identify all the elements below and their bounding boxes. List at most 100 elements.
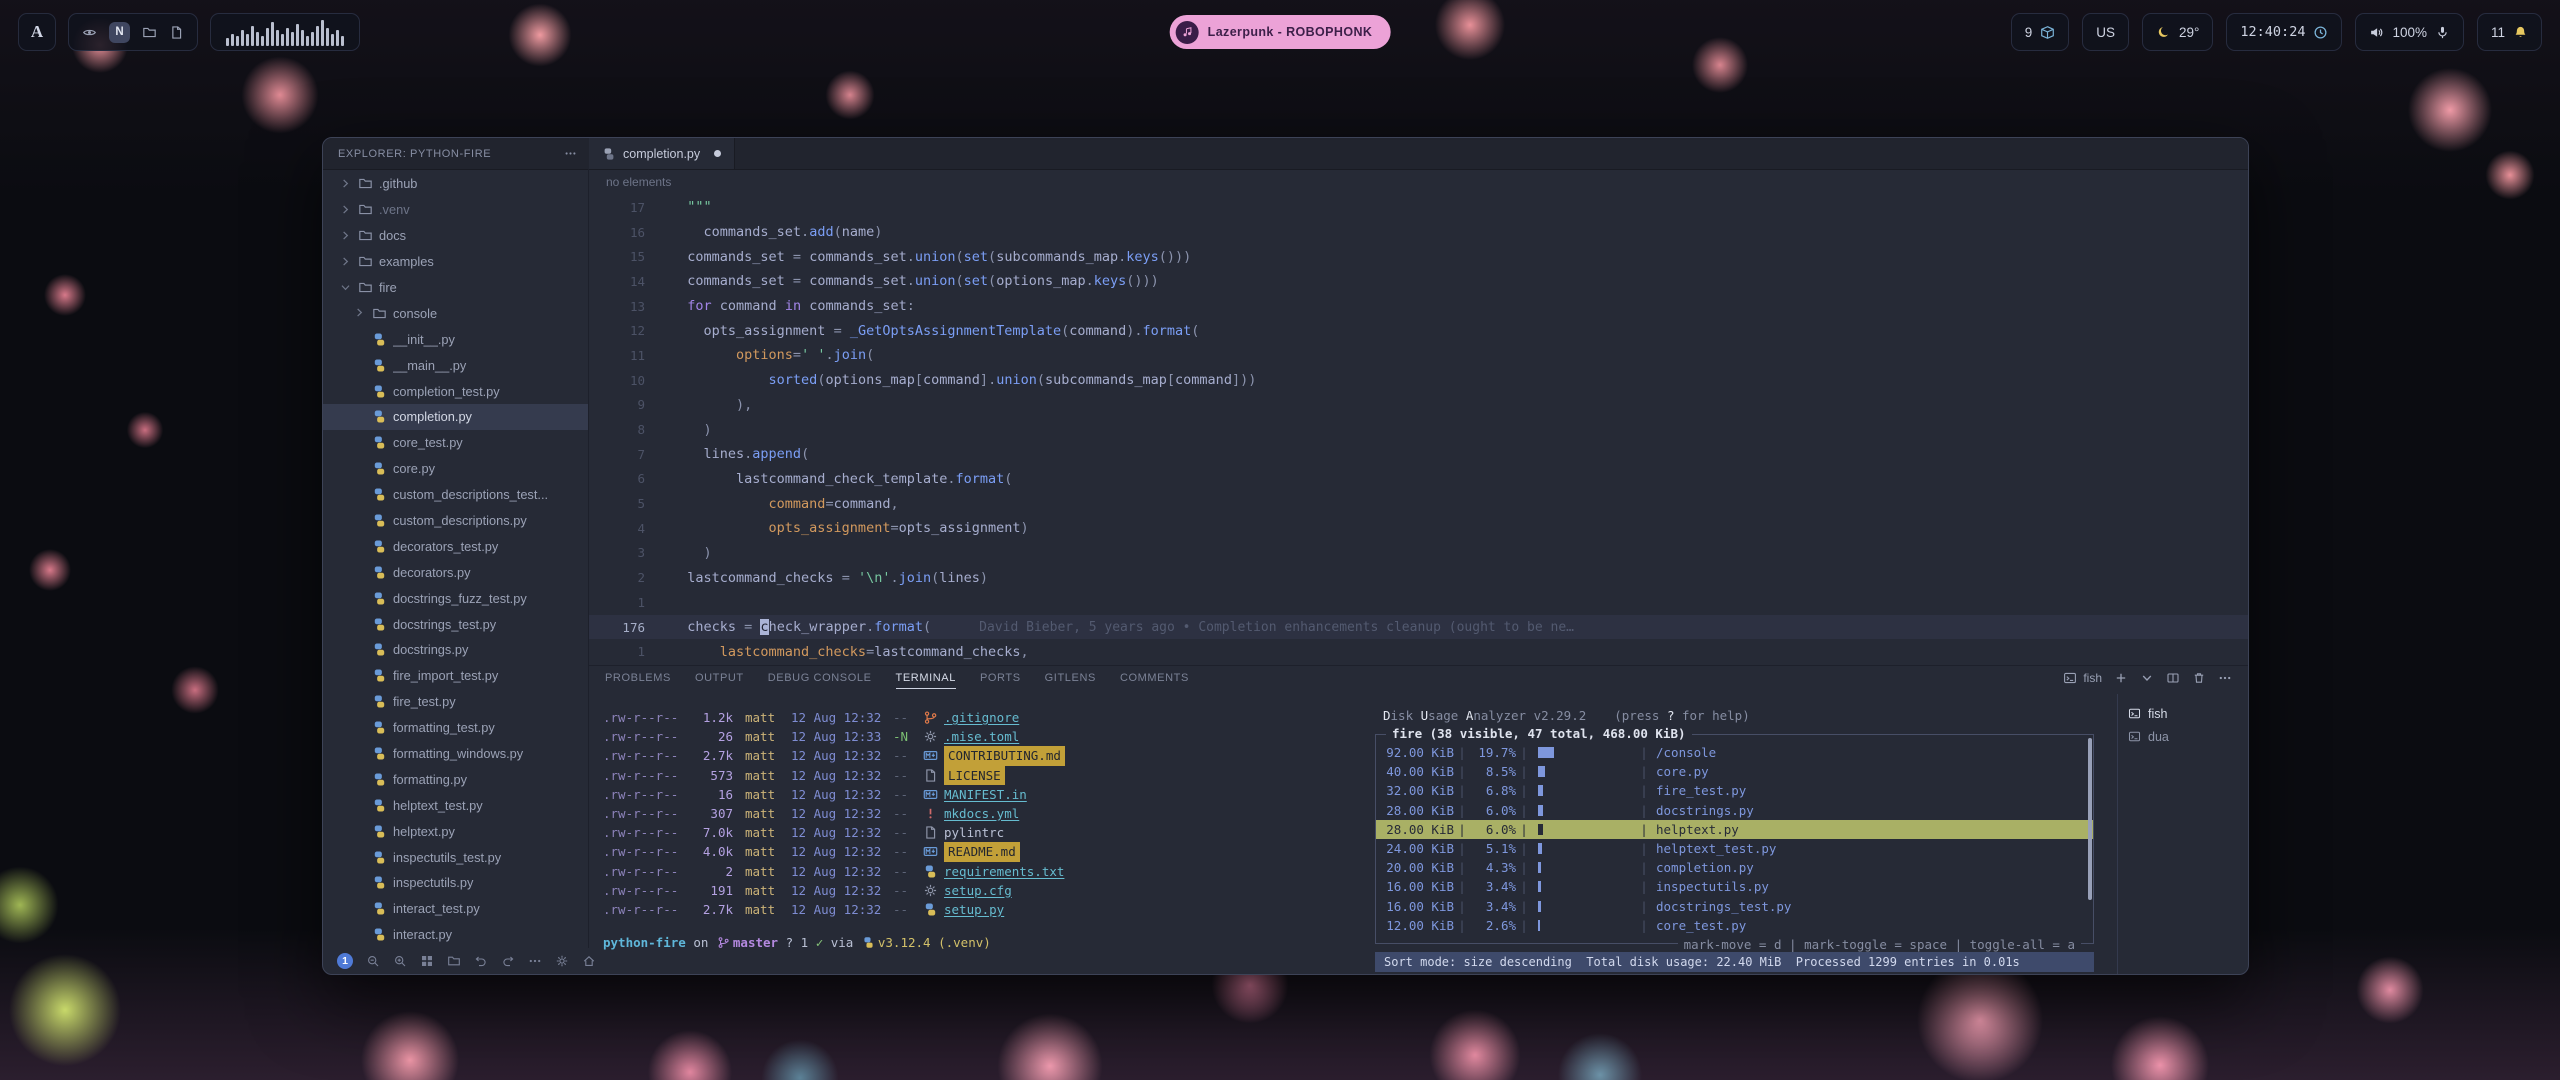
line-number[interactable]: 14 xyxy=(589,274,645,289)
search-minus-icon[interactable] xyxy=(366,954,380,968)
tree-item-__main__.py[interactable]: __main__.py xyxy=(323,352,588,378)
tree-item-docstrings.py[interactable]: docstrings.py xyxy=(323,637,588,663)
tree-item-formatting_test.py[interactable]: formatting_test.py xyxy=(323,715,588,741)
code-line[interactable]: 4 opts_assignment=opts_assignment) xyxy=(589,516,2248,541)
tree-item-console[interactable]: console xyxy=(323,300,588,326)
workspace-file-icon[interactable] xyxy=(169,25,184,40)
tree-item-fire_test.py[interactable]: fire_test.py xyxy=(323,689,588,715)
dua-row-core.py[interactable]: 40.00 KiB|8.5%||core.py xyxy=(1376,762,2093,781)
tree-item-decorators_test.py[interactable]: decorators_test.py xyxy=(323,533,588,559)
home-icon[interactable] xyxy=(582,954,596,968)
line-number[interactable]: 10 xyxy=(589,373,645,388)
gear-icon[interactable] xyxy=(555,954,569,968)
tree-item-completion.py[interactable]: completion.py xyxy=(323,404,588,430)
workspace-n[interactable]: N xyxy=(109,22,130,43)
line-number[interactable]: 4 xyxy=(589,521,645,536)
tree-item-interact_test.py[interactable]: interact_test.py xyxy=(323,896,588,922)
tree-item-examples[interactable]: examples xyxy=(323,249,588,275)
disk-usage-analyzer[interactable]: Disk Usage Analyzer v2.29.2 (press ? for… xyxy=(1373,690,2100,972)
explorer-more-icon[interactable] xyxy=(564,147,577,160)
launcher-button[interactable]: A xyxy=(18,13,56,51)
tree-item-helptext.py[interactable]: helptext.py xyxy=(323,818,588,844)
terminal-session-dua[interactable]: dua xyxy=(2118,725,2248,748)
tree-item-__init__.py[interactable]: __init__.py xyxy=(323,326,588,352)
code-line[interactable]: 176 checks = check_wrapper.format(David … xyxy=(589,615,2248,640)
tree-item-.venv[interactable]: .venv xyxy=(323,197,588,223)
tree-item-completion_test.py[interactable]: completion_test.py xyxy=(323,378,588,404)
dua-row-core_test.py[interactable]: 12.00 KiB|2.6%||core_test.py xyxy=(1376,916,2093,935)
line-number[interactable]: 7 xyxy=(589,447,645,462)
line-number[interactable]: 3 xyxy=(589,545,645,560)
code-line[interactable]: 10 sorted(options_map[command].union(sub… xyxy=(589,368,2248,393)
tree-item-fire[interactable]: fire xyxy=(323,275,588,301)
panel-tab-output[interactable]: OUTPUT xyxy=(695,672,744,684)
clock-widget[interactable]: 12:40:24 xyxy=(2226,13,2342,51)
keyboard-layout-widget[interactable]: US xyxy=(2082,13,2129,51)
search-plus-icon[interactable] xyxy=(393,954,407,968)
tree-item-inspectutils_test.py[interactable]: inspectutils_test.py xyxy=(323,844,588,870)
split-terminal-icon[interactable] xyxy=(2166,671,2180,685)
ellipsis-icon[interactable] xyxy=(528,954,542,968)
panel-tab-debug-console[interactable]: DEBUG CONSOLE xyxy=(768,672,872,684)
panel-tab-ports[interactable]: PORTS xyxy=(980,672,1021,684)
status-badge[interactable]: 1 xyxy=(337,953,353,969)
code-line[interactable]: 1 lastcommand_checks=lastcommand_checks, xyxy=(589,639,2248,664)
modified-dot-icon[interactable] xyxy=(714,150,721,157)
weather-widget[interactable]: 29° xyxy=(2142,13,2213,51)
line-number[interactable]: 17 xyxy=(589,200,645,215)
code-editor[interactable]: 17 """16 commands_set.add(name)15 comman… xyxy=(589,195,2248,665)
tree-item-formatting.py[interactable]: formatting.py xyxy=(323,766,588,792)
tree-item-decorators.py[interactable]: decorators.py xyxy=(323,559,588,585)
code-line[interactable]: 6 lastcommand_check_template.format( xyxy=(589,467,2248,492)
dua-row-docstrings.py[interactable]: 28.00 KiB|6.0%||docstrings.py xyxy=(1376,801,2093,820)
code-line[interactable]: 5 command=command, xyxy=(589,491,2248,516)
dua-row-completion.py[interactable]: 20.00 KiB|4.3%||completion.py xyxy=(1376,858,2093,877)
line-number[interactable]: 6 xyxy=(589,471,645,486)
code-line[interactable]: 12 opts_assignment = _GetOptsAssignmentT… xyxy=(589,318,2248,343)
workspaces-widget[interactable]: N xyxy=(68,13,198,51)
line-number[interactable]: 5 xyxy=(589,496,645,511)
panel-tab-terminal[interactable]: TERMINAL xyxy=(896,672,956,684)
terminal-profile[interactable]: fish xyxy=(2063,671,2102,685)
code-line[interactable]: 7 lines.append( xyxy=(589,442,2248,467)
workspace-eye-icon[interactable] xyxy=(82,25,97,40)
dua-row-helptext.py[interactable]: 28.00 KiB|6.0%||helptext.py xyxy=(1376,820,2093,839)
breadcrumb[interactable]: no elements xyxy=(589,169,2248,195)
tree-item-docstrings_fuzz_test.py[interactable]: docstrings_fuzz_test.py xyxy=(323,585,588,611)
tree-item-docstrings_test.py[interactable]: docstrings_test.py xyxy=(323,611,588,637)
line-number[interactable]: 176 xyxy=(589,620,645,635)
code-line[interactable]: 11 options=' '.join( xyxy=(589,343,2248,368)
tree-item-inspectutils.py[interactable]: inspectutils.py xyxy=(323,870,588,896)
tree-item-formatting_windows.py[interactable]: formatting_windows.py xyxy=(323,741,588,767)
panel-tab-problems[interactable]: PROBLEMS xyxy=(605,672,671,684)
line-number[interactable]: 13 xyxy=(589,299,645,314)
line-number[interactable]: 2 xyxy=(589,570,645,585)
code-line[interactable]: 9 ), xyxy=(589,393,2248,418)
code-line[interactable]: 1 xyxy=(589,590,2248,615)
dua-row-fire_test.py[interactable]: 32.00 KiB|6.8%||fire_test.py xyxy=(1376,781,2093,800)
line-number[interactable]: 9 xyxy=(589,397,645,412)
dua-row-helptext_test.py[interactable]: 24.00 KiB|5.1%||helptext_test.py xyxy=(1376,839,2093,858)
line-number[interactable]: 1 xyxy=(589,595,645,610)
new-terminal-icon[interactable] xyxy=(2114,671,2128,685)
code-line[interactable]: 17 """ xyxy=(589,195,2248,220)
redo-icon[interactable] xyxy=(501,954,515,968)
tree-item-custom_descriptions_test...[interactable]: custom_descriptions_test... xyxy=(323,482,588,508)
tree-item-.github[interactable]: .github xyxy=(323,171,588,197)
tree-item-docs[interactable]: docs xyxy=(323,223,588,249)
panel-tab-comments[interactable]: COMMENTS xyxy=(1120,672,1189,684)
terminal-dropdown-icon[interactable] xyxy=(2140,671,2154,685)
media-widget[interactable]: Lazerpunk - ROBOPHONK xyxy=(1170,15,1391,49)
line-number[interactable]: 15 xyxy=(589,249,645,264)
line-number[interactable]: 1 xyxy=(589,644,645,659)
tree-item-interact.py[interactable]: interact.py xyxy=(323,922,588,948)
line-number[interactable]: 8 xyxy=(589,422,645,437)
code-line[interactable]: 8 ) xyxy=(589,417,2248,442)
dua-row-console[interactable]: 92.00 KiB|19.7%||/console xyxy=(1376,743,2093,762)
tree-item-core.py[interactable]: core.py xyxy=(323,456,588,482)
notifications-widget[interactable]: 11 xyxy=(2477,13,2542,51)
code-line[interactable]: 3 ) xyxy=(589,541,2248,566)
workspace-folder-icon[interactable] xyxy=(142,25,157,40)
scrollbar-thumb[interactable] xyxy=(2088,738,2092,900)
dua-row-inspectutils.py[interactable]: 16.00 KiB|3.4%||inspectutils.py xyxy=(1376,877,2093,896)
